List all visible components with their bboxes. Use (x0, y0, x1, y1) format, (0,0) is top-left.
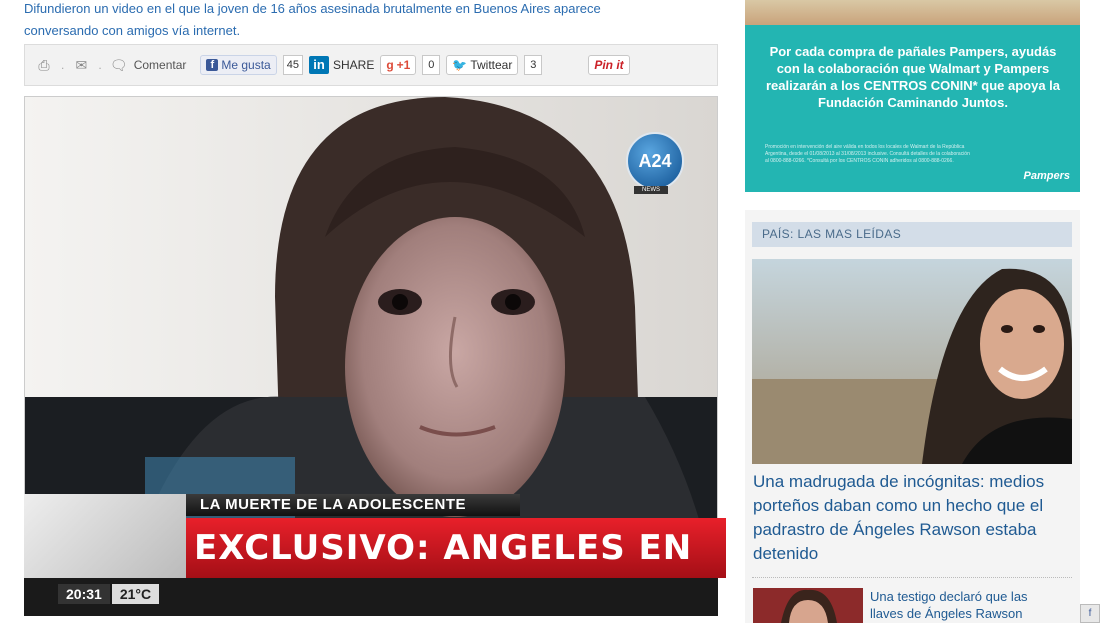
chyron-graphic (24, 494, 186, 578)
share-bar: ⎙ . ✉ . 🗨 Comentar f Me gusta 45 in SHAR… (24, 44, 718, 86)
printer-icon[interactable]: ⎙ (35, 58, 53, 72)
divider (752, 577, 1072, 578)
facebook-like-button[interactable]: f Me gusta (200, 55, 277, 75)
article-lede: Difundieron un video en el que la joven … (24, 0, 724, 42)
clock-time: 20:31 (58, 584, 110, 604)
section-heading: PAÍS: LAS MAS LEÍDAS (752, 222, 1072, 247)
pampers-logo: Pampers (1023, 170, 1070, 182)
twitter-tweet-button[interactable]: 🐦 Twittear (446, 55, 519, 75)
twitter-label: Twittear (470, 58, 513, 72)
gplus-icon: g (386, 58, 394, 72)
chyron-headline: EXCLUSIVO: ANGELES EN UN CHAT (186, 518, 726, 628)
chyron-top-strap: LA MUERTE DE LA ADOLESCENTE (186, 494, 520, 516)
second-story-thumbnail[interactable] (753, 588, 863, 623)
linkedin-share-label: SHARE (332, 58, 375, 72)
twitter-count: 3 (524, 55, 543, 75)
gplus-button[interactable]: g +1 (380, 55, 417, 75)
comment-icon[interactable]: 🗨 (110, 58, 128, 72)
comment-link[interactable]: Comentar (134, 58, 187, 72)
pampers-ad-banner[interactable]: Por cada compra de pañales Pampers, ayud… (745, 0, 1080, 192)
channel-logo: A24 (626, 132, 684, 190)
temperature: 21°C (111, 584, 160, 604)
featured-story-title[interactable]: Una madrugada de incógnitas: medios port… (753, 470, 1073, 566)
linkedin-share-button[interactable]: in SHARE (308, 55, 375, 75)
pinterest-button[interactable]: Pin it (588, 55, 630, 75)
featured-story-image[interactable] (752, 259, 1072, 464)
featured-photo (752, 259, 1072, 464)
second-story-title[interactable]: Una testigo declaró que las llaves de Án… (870, 588, 1060, 622)
lede-line-2: conversando con amigos vía internet. (24, 23, 241, 38)
ad-baby-photo (745, 0, 1080, 25)
second-story-photo (753, 588, 863, 623)
gplus-count: 0 (422, 55, 441, 75)
envelope-icon[interactable]: ✉ (72, 58, 90, 72)
twitter-bird-icon: 🐦 (452, 58, 468, 72)
clock-temperature-box: 20:31 21°C (58, 584, 160, 604)
lede-line-1: Difundieron un video en el que la joven … (24, 1, 601, 16)
facebook-like-count: 45 (282, 55, 303, 75)
facebook-icon: f (206, 59, 219, 71)
channel-sub-label: NEWS (634, 186, 668, 194)
ad-text: Por cada compra de pañales Pampers, ayud… (765, 44, 1061, 110)
facebook-like-label: Me gusta (221, 58, 271, 72)
linkedin-icon: in (308, 56, 329, 74)
ad-fine-print: Promoción en intervención del aire válid… (765, 144, 970, 164)
facebook-side-icon[interactable]: f (1080, 604, 1100, 623)
pinterest-label: Pin it (594, 58, 624, 72)
gplus-label: +1 (396, 58, 411, 72)
